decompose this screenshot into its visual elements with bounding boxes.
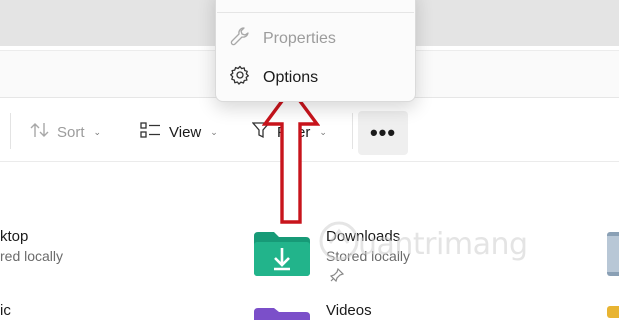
watermark: uantrimang [318, 213, 540, 269]
toolbar-divider [10, 113, 11, 149]
overflow-context-menu: Properties Options [215, 0, 416, 102]
sort-button[interactable]: Sort ⌄ [30, 117, 101, 147]
chevron-down-icon: ⌄ [93, 126, 102, 137]
menu-separator [217, 12, 414, 13]
file-tile-partial[interactable] [607, 232, 619, 281]
videos-folder-icon [254, 307, 310, 325]
chevron-down-icon: ⌄ [210, 126, 218, 137]
gear-icon [230, 65, 250, 90]
toolbar-divider [352, 113, 353, 149]
annotation-arrow [262, 86, 320, 224]
file-tile-partial[interactable] [607, 305, 619, 323]
menu-item-label: Options [263, 68, 319, 86]
watermark-text: uantrimang [358, 227, 528, 262]
sort-label: Sort [57, 123, 85, 141]
menu-item-options[interactable]: Options [230, 65, 318, 90]
view-icon [140, 121, 162, 143]
file-name: ic [0, 302, 11, 319]
file-name: ktop [0, 228, 29, 245]
watermark-logo-icon [318, 219, 360, 268]
menu-item-properties[interactable]: Properties [230, 26, 336, 51]
pin-icon [329, 267, 345, 287]
file-status: red locally [0, 248, 64, 264]
more-options-icon: ••• [369, 120, 397, 145]
downloads-folder-icon [254, 232, 310, 281]
view-button[interactable]: View ⌄ [140, 117, 218, 147]
chevron-down-icon: ⌄ [319, 126, 327, 137]
see-more-button[interactable]: ••• [358, 111, 408, 155]
sort-icon [30, 121, 50, 143]
view-label: View [169, 123, 202, 141]
menu-item-label: Properties [263, 29, 336, 47]
wrench-icon [230, 26, 250, 51]
file-name: Videos [326, 302, 372, 319]
